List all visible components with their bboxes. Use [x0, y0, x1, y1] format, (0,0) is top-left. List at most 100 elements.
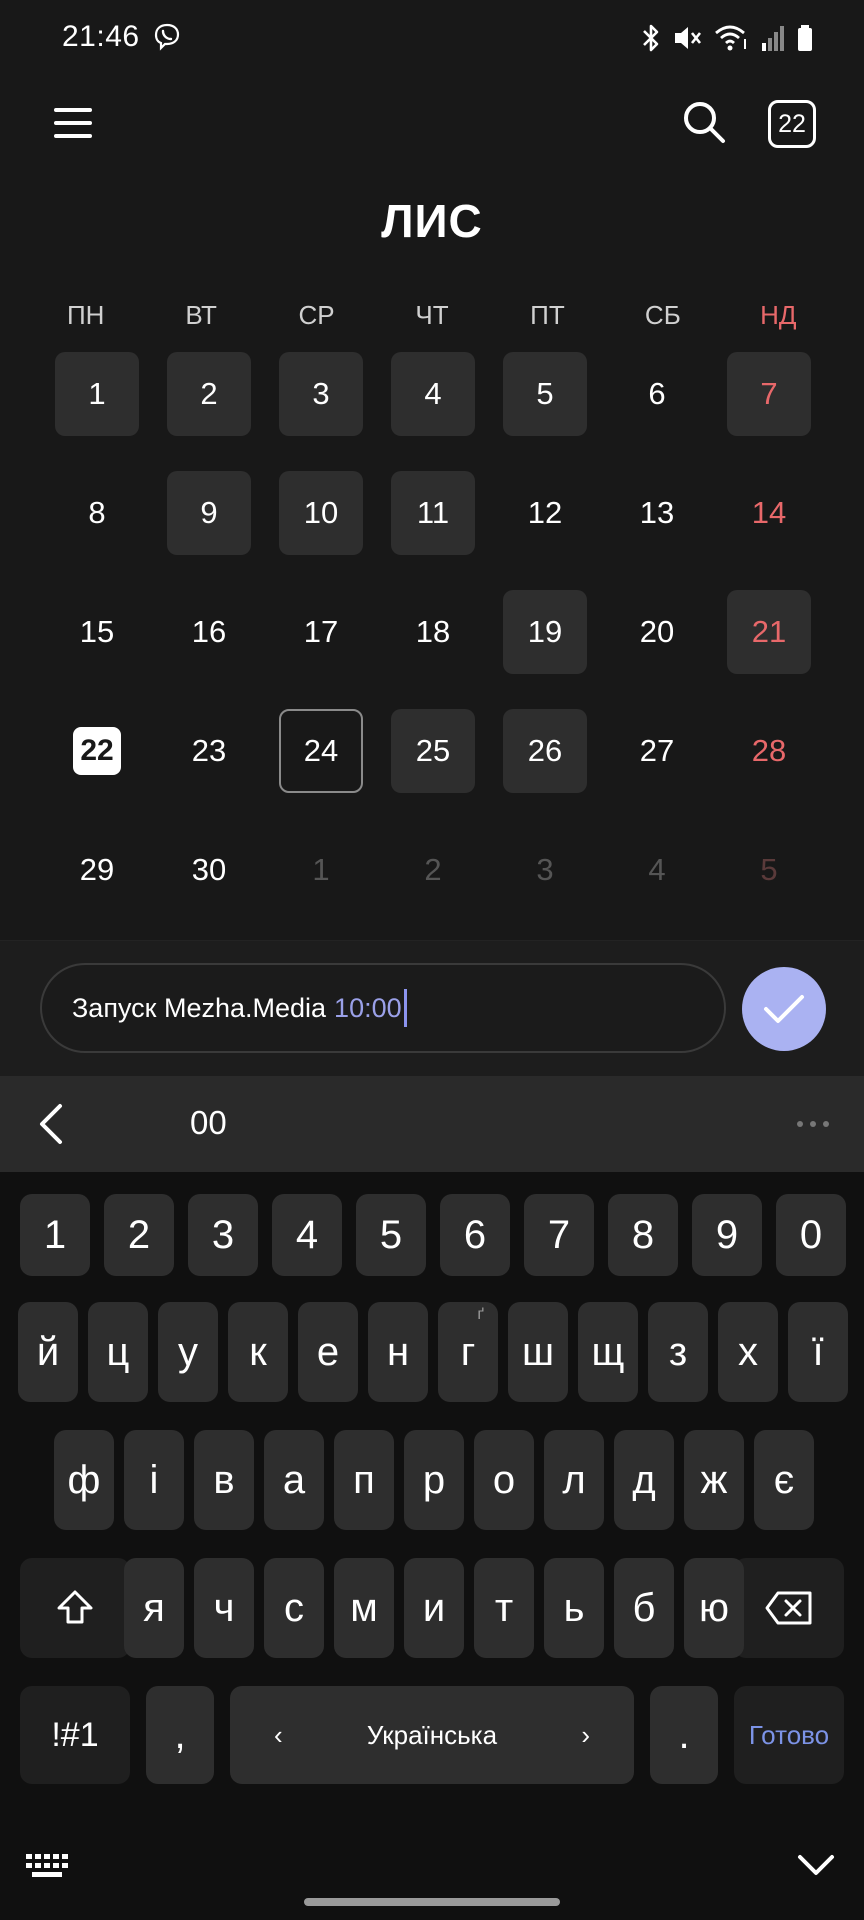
- key[interactable]: ю: [684, 1558, 744, 1658]
- calendar-day[interactable]: 18: [391, 590, 475, 674]
- key[interactable]: и: [404, 1558, 464, 1658]
- calendar-day[interactable]: 30: [167, 828, 251, 912]
- calendar-day[interactable]: 1: [279, 828, 363, 912]
- key[interactable]: 4: [272, 1194, 342, 1276]
- calendar-day[interactable]: 2: [167, 352, 251, 436]
- key[interactable]: а: [264, 1430, 324, 1530]
- key[interactable]: я: [124, 1558, 184, 1658]
- key[interactable]: д: [614, 1430, 674, 1530]
- key[interactable]: з: [648, 1302, 708, 1402]
- key[interactable]: ь: [544, 1558, 604, 1658]
- calendar-day[interactable]: 6: [615, 352, 699, 436]
- calendar-day[interactable]: 3: [279, 352, 363, 436]
- navigation-handle[interactable]: [304, 1898, 560, 1906]
- menu-icon[interactable]: [50, 100, 96, 146]
- done-key[interactable]: Готово: [734, 1686, 844, 1784]
- key[interactable]: гґ: [438, 1302, 498, 1402]
- calendar-day-selected[interactable]: 24: [279, 709, 363, 793]
- calendar-day[interactable]: 9: [167, 471, 251, 555]
- shift-key[interactable]: [20, 1558, 130, 1658]
- key[interactable]: є: [754, 1430, 814, 1530]
- calendar-day[interactable]: 11: [391, 471, 475, 555]
- keyboard-row-numbers: 1 2 3 4 5 6 7 8 9 0: [0, 1194, 864, 1276]
- key[interactable]: 6: [440, 1194, 510, 1276]
- more-icon[interactable]: [796, 1120, 830, 1128]
- calendar-day[interactable]: 3: [503, 828, 587, 912]
- calendar-day[interactable]: 10: [279, 471, 363, 555]
- calendar-day[interactable]: 1: [55, 352, 139, 436]
- key[interactable]: 2: [104, 1194, 174, 1276]
- key[interactable]: 5: [356, 1194, 426, 1276]
- key[interactable]: о: [474, 1430, 534, 1530]
- today-button[interactable]: 22: [768, 100, 816, 148]
- calendar-day[interactable]: 2: [391, 828, 475, 912]
- key[interactable]: ж: [684, 1430, 744, 1530]
- calendar-day[interactable]: 27: [615, 709, 699, 793]
- calendar-day[interactable]: 28: [727, 709, 811, 793]
- keyboard-grid-icon[interactable]: [24, 1852, 70, 1880]
- backspace-key[interactable]: [734, 1558, 844, 1658]
- chevron-left-icon[interactable]: [34, 1102, 68, 1146]
- calendar-day[interactable]: 26: [503, 709, 587, 793]
- key[interactable]: ч: [194, 1558, 254, 1658]
- key[interactable]: щ: [578, 1302, 638, 1402]
- key-label: ч: [213, 1585, 235, 1630]
- calendar-day[interactable]: 21: [727, 590, 811, 674]
- key[interactable]: ц: [88, 1302, 148, 1402]
- calendar-day[interactable]: 8: [55, 471, 139, 555]
- key[interactable]: ї: [788, 1302, 848, 1402]
- key[interactable]: х: [718, 1302, 778, 1402]
- calendar-day[interactable]: 13: [615, 471, 699, 555]
- period-key[interactable]: .: [650, 1686, 718, 1784]
- key[interactable]: л: [544, 1430, 604, 1530]
- comma-key[interactable]: ,: [146, 1686, 214, 1784]
- space-key[interactable]: ‹ Українська ›: [230, 1686, 634, 1784]
- key[interactable]: у: [158, 1302, 218, 1402]
- key[interactable]: ш: [508, 1302, 568, 1402]
- key[interactable]: к: [228, 1302, 288, 1402]
- calendar-day[interactable]: 25: [391, 709, 475, 793]
- calendar-day[interactable]: 19: [503, 590, 587, 674]
- calendar-day[interactable]: 23: [167, 709, 251, 793]
- key[interactable]: п: [334, 1430, 394, 1530]
- calendar-day[interactable]: 17: [279, 590, 363, 674]
- key[interactable]: р: [404, 1430, 464, 1530]
- key[interactable]: с: [264, 1558, 324, 1658]
- calendar-day[interactable]: 4: [391, 352, 475, 436]
- event-title-input[interactable]: Запуск Mezha.Media 10:00: [40, 963, 726, 1053]
- key[interactable]: 1: [20, 1194, 90, 1276]
- key[interactable]: т: [474, 1558, 534, 1658]
- key[interactable]: ф: [54, 1430, 114, 1530]
- symbols-key[interactable]: !#1: [20, 1686, 130, 1784]
- key[interactable]: 3: [188, 1194, 258, 1276]
- key-label: щ: [591, 1329, 625, 1374]
- calendar-day[interactable]: 20: [615, 590, 699, 674]
- key[interactable]: і: [124, 1430, 184, 1530]
- key[interactable]: 8: [608, 1194, 678, 1276]
- confirm-button[interactable]: [742, 967, 826, 1051]
- calendar-day[interactable]: 16: [167, 590, 251, 674]
- calendar-day[interactable]: 4: [615, 828, 699, 912]
- key-label: н: [386, 1329, 410, 1374]
- calendar-day[interactable]: 12: [503, 471, 587, 555]
- calendar-day[interactable]: 29: [55, 828, 139, 912]
- search-icon[interactable]: [680, 98, 728, 146]
- chevron-down-icon[interactable]: [796, 1852, 836, 1878]
- key[interactable]: 9: [692, 1194, 762, 1276]
- calendar-day[interactable]: 5: [727, 828, 811, 912]
- space-right-arrow: ›: [581, 1719, 590, 1750]
- calendar-day[interactable]: 5: [503, 352, 587, 436]
- key[interactable]: й: [18, 1302, 78, 1402]
- calendar-day[interactable]: 14: [727, 471, 811, 555]
- key[interactable]: м: [334, 1558, 394, 1658]
- key[interactable]: е: [298, 1302, 358, 1402]
- key[interactable]: н: [368, 1302, 428, 1402]
- key[interactable]: б: [614, 1558, 674, 1658]
- suggestion-word[interactable]: 00: [190, 1104, 227, 1142]
- calendar-day-today[interactable]: 22: [55, 709, 139, 793]
- calendar-day[interactable]: 15: [55, 590, 139, 674]
- key[interactable]: 0: [776, 1194, 846, 1276]
- key[interactable]: в: [194, 1430, 254, 1530]
- key[interactable]: 7: [524, 1194, 594, 1276]
- calendar-day[interactable]: 7: [727, 352, 811, 436]
